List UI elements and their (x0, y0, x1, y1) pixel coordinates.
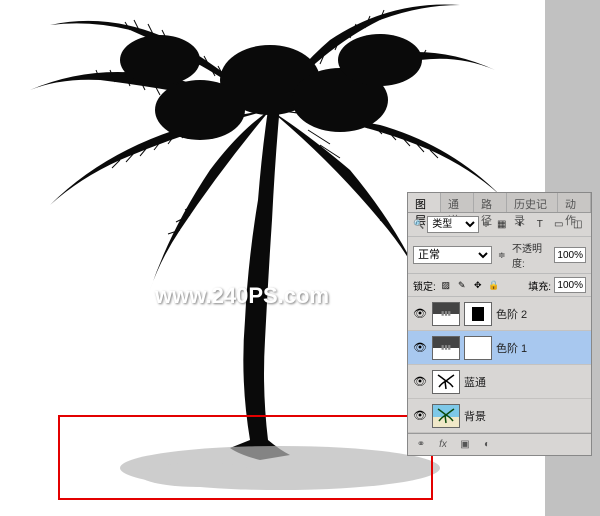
fill-input[interactable] (554, 277, 586, 293)
filter-smart-icon[interactable]: ◫ (569, 217, 587, 233)
lock-row: 锁定: ▨ ✎ ✥ 🔒 填充: (408, 274, 591, 297)
dropdown-icon[interactable]: ≑ (496, 248, 508, 262)
visibility-toggle[interactable]: 👁 (412, 374, 428, 390)
panel-tabs: 图层 通道 路径 历史记录 动作 (408, 193, 591, 213)
filter-adjustment-icon[interactable]: ◐ (512, 217, 530, 233)
visibility-toggle[interactable]: 👁 (412, 306, 428, 322)
tab-paths[interactable]: 路径 (474, 193, 507, 212)
blend-mode-select[interactable]: 正常 (413, 246, 492, 264)
adjustment-thumbnail[interactable] (432, 336, 460, 360)
lock-pixel-icon[interactable]: ✎ (455, 278, 469, 292)
tab-channels[interactable]: 通道 (441, 193, 474, 212)
lock-transparent-icon[interactable]: ▨ (439, 278, 453, 292)
opacity-label: 不透明度: (512, 240, 550, 270)
red-annotation-rectangle (58, 415, 433, 500)
layer-name: 色阶 1 (496, 340, 527, 356)
adjustment-layer-icon[interactable]: ◐ (479, 438, 495, 452)
fx-icon[interactable]: fx (435, 438, 451, 452)
mask-icon[interactable]: ▣ (457, 438, 473, 452)
layer-thumbnail[interactable] (432, 370, 460, 394)
adjustment-thumbnail[interactable] (432, 302, 460, 326)
search-icon: 🔍 (413, 218, 424, 232)
tab-actions[interactable]: 动作 (558, 193, 591, 212)
filter-shape-icon[interactable]: ▭ (550, 217, 568, 233)
layer-row[interactable]: 👁 背景 (408, 399, 591, 433)
fill-label: 填充: (528, 278, 551, 293)
layer-thumbnail[interactable] (432, 404, 460, 428)
layers-list: 👁 色阶 2 👁 色阶 1 👁 蓝通 👁 背景 (408, 297, 591, 433)
layer-name: 背景 (464, 408, 486, 424)
mask-thumbnail[interactable] (464, 336, 492, 360)
lock-all-icon[interactable]: 🔒 (487, 278, 501, 292)
filter-row: 🔍 类型 ≑ ▦ ◐ T ▭ ◫ (408, 213, 591, 237)
filter-type-select[interactable]: 类型 (427, 216, 479, 233)
link-layers-icon[interactable]: ⚭ (413, 438, 429, 452)
lock-label: 锁定: (413, 278, 436, 293)
layer-row[interactable]: 👁 蓝通 (408, 365, 591, 399)
layer-row[interactable]: 👁 色阶 2 (408, 297, 591, 331)
filter-pixel-icon[interactable]: ▦ (493, 217, 511, 233)
blend-row: 正常 ≑ 不透明度: (408, 237, 591, 274)
lock-position-icon[interactable]: ✥ (471, 278, 485, 292)
visibility-toggle[interactable]: 👁 (412, 340, 428, 356)
layer-name: 蓝通 (464, 374, 486, 390)
visibility-toggle[interactable]: 👁 (412, 408, 428, 424)
opacity-input[interactable] (554, 247, 586, 263)
layer-name: 色阶 2 (496, 306, 527, 322)
tab-layers[interactable]: 图层 (408, 193, 441, 212)
panel-bottom-bar: ⚭ fx ▣ ◐ (408, 433, 591, 455)
layer-row[interactable]: 👁 色阶 1 (408, 331, 591, 365)
tab-history[interactable]: 历史记录 (507, 193, 558, 212)
mask-thumbnail[interactable] (464, 302, 492, 326)
dropdown-icon[interactable]: ≑ (482, 218, 490, 232)
watermark-text: www.240PS.com (155, 283, 329, 309)
layers-panel: 图层 通道 路径 历史记录 动作 🔍 类型 ≑ ▦ ◐ T ▭ ◫ 正常 ≑ 不… (407, 192, 592, 456)
filter-type-icon[interactable]: T (531, 217, 549, 233)
